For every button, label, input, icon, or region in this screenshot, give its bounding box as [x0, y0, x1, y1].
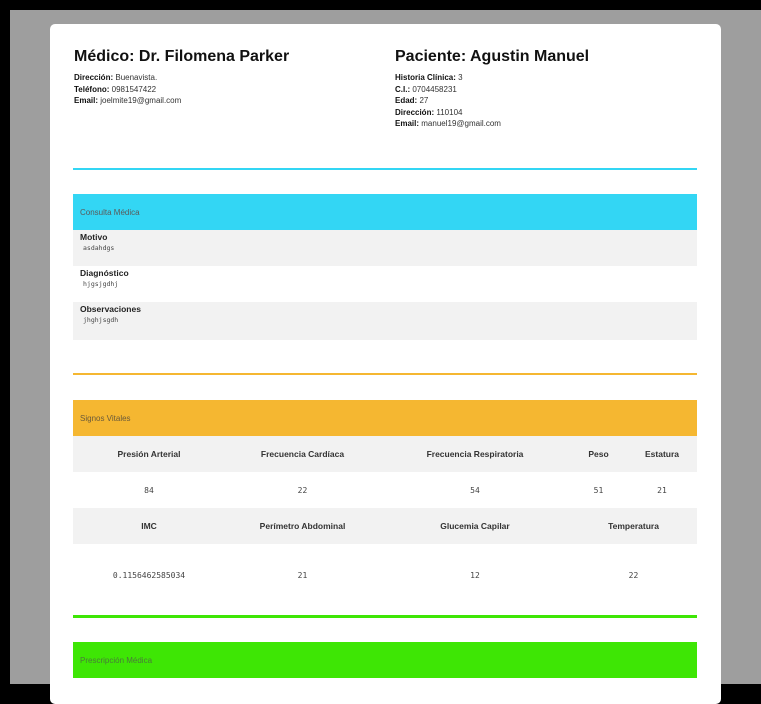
value-estatura: 21 — [657, 485, 667, 495]
header-imc: IMC — [141, 521, 157, 531]
observaciones-value: jhghjsgdh — [83, 316, 119, 324]
signos-row1-headers: Presión Arterial Frecuencia Cardíaca Fre… — [73, 436, 697, 472]
medico-heading: Médico: Dr. Filomena Parker — [74, 48, 290, 65]
header-estatura: Estatura — [644, 449, 679, 459]
medico-block: Médico: Dr. Filomena Parker Dirección: B… — [74, 48, 289, 107]
value-fr: 54 — [470, 485, 480, 495]
value-imc: 0.1156462585034 — [112, 570, 186, 580]
value-fc: 22 — [297, 485, 308, 495]
value-glucemia: 12 — [470, 570, 480, 580]
header-perimetro: Perímetro Abdominal — [259, 521, 346, 531]
signos-divider — [73, 373, 697, 375]
motivo-field: Motivo asdahdgs — [73, 230, 697, 266]
paciente-direccion: Dirección: 110104 — [395, 107, 463, 117]
header-temperatura: Temperatura — [608, 521, 659, 531]
observaciones-label: Observaciones — [80, 304, 141, 314]
paciente-email: Email: manuel19@gmail.com — [395, 119, 501, 128]
document-sheet: Médico: Dr. Filomena Parker Dirección: B… — [50, 24, 721, 704]
paciente-heading: Paciente: Agustin Manuel — [395, 48, 590, 65]
value-temperatura: 22 — [628, 570, 639, 580]
value-peso: 51 — [593, 485, 604, 495]
value-perimetro: 21 — [297, 570, 308, 580]
header-presion: Presión Arterial — [117, 449, 181, 459]
diagnostico-value: hjgsjgdhj — [83, 280, 119, 288]
signos-row2-headers: IMC Perímetro Abdominal Glucemia Capilar… — [73, 508, 697, 544]
diagnostico-field: Diagnóstico hjgsjgdhj — [73, 266, 697, 302]
motivo-label: Motivo — [80, 232, 108, 242]
consulta-divider — [73, 168, 697, 170]
medico-email: Email: joelmite19@gmail.com — [74, 96, 182, 105]
paciente-ci: C.I.: 0704458231 — [395, 84, 457, 94]
prescripcion-header: Prescripción Médica — [73, 642, 697, 678]
header-peso: Peso — [588, 449, 609, 459]
diagnostico-label: Diagnóstico — [80, 268, 129, 278]
medico-direccion: Dirección: Buenavista. — [74, 73, 158, 82]
prescripcion-divider — [73, 615, 697, 618]
paciente-edad: Edad: 27 — [395, 96, 429, 105]
header-fc: Frecuencia Cardíaca — [260, 449, 345, 459]
motivo-value: asdahdgs — [83, 244, 115, 252]
medico-telefono: Teléfono: 0981547422 — [74, 84, 157, 94]
signos-header: Signos Vitales — [73, 400, 697, 436]
signos-row2-values: 0.1156462585034 21 12 22 — [73, 544, 697, 606]
header-fr: Frecuencia Respiratoria — [426, 449, 524, 459]
consulta-header: Consulta Médica — [73, 194, 697, 230]
paciente-historia: Historia Clínica: 3 — [395, 73, 463, 82]
header-glucemia: Glucemia Capilar — [440, 521, 510, 531]
paciente-block: Paciente: Agustin Manuel Historia Clínic… — [395, 48, 589, 130]
value-presion: 84 — [144, 485, 154, 495]
signos-row1-values: 84 22 54 51 21 — [73, 472, 697, 508]
observaciones-field: Observaciones jhghjsgdh — [73, 302, 697, 340]
